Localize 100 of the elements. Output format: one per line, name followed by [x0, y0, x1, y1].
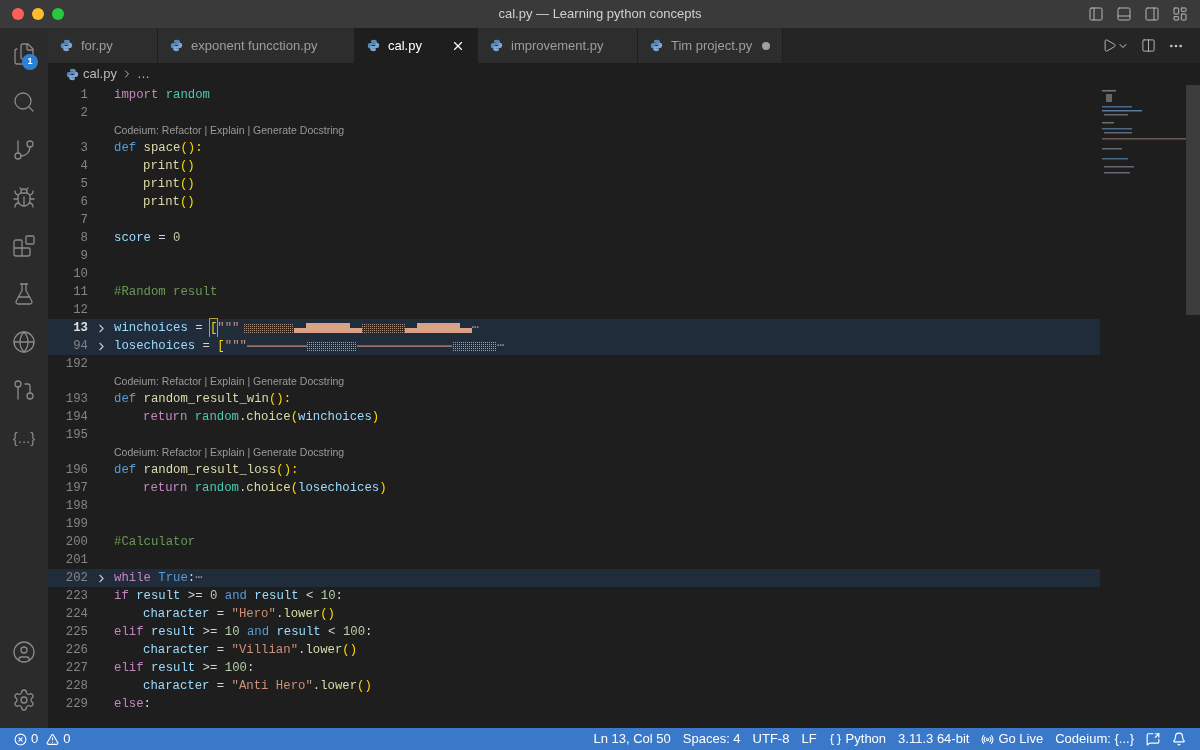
editor-tab[interactable]: exponent funcction.py: [158, 28, 355, 63]
status-item[interactable]: Codeium: {...}: [1055, 729, 1134, 749]
close-window-button[interactable]: [12, 8, 24, 20]
line-number: 13: [72, 319, 88, 337]
tab-label: for.py: [81, 36, 114, 55]
status-item[interactable]: Spaces: 4: [682, 729, 741, 749]
code-token: True: [158, 569, 188, 587]
code-token: elif: [114, 659, 144, 677]
code-token: winchoices: [114, 319, 188, 337]
code-token: def: [114, 139, 137, 157]
code-token: def: [114, 390, 137, 408]
sidebar-layout-icon[interactable]: [1088, 6, 1104, 22]
account-icon[interactable]: [12, 640, 36, 664]
code-token: =: [158, 229, 166, 247]
code-token: =: [216, 641, 225, 659]
fold-ellipsis[interactable]: ⋯: [195, 568, 203, 588]
fold-ellipsis[interactable]: ⋯: [496, 336, 505, 356]
tab-label: Tim project.py: [671, 36, 754, 55]
code-token: def: [114, 461, 137, 479]
code-token: .: [275, 605, 284, 623]
code-token: 0: [210, 587, 218, 605]
codelens-actions[interactable]: Codeium: Refactor | Explain | Generate Docstring: [114, 374, 345, 390]
status-item[interactable]: 3.11.3 64-bit: [898, 729, 970, 749]
run-icon[interactable]: [1102, 38, 1117, 53]
code-token: ():: [180, 139, 203, 157]
minimize-window-button[interactable]: [32, 8, 44, 20]
notification-badge: 1: [22, 54, 38, 70]
code-token: (): [179, 193, 195, 211]
line-number: 4: [79, 157, 88, 175]
code-token: #Calculator: [114, 533, 196, 551]
status-item[interactable]: UTF-8: [752, 729, 790, 749]
code-token: [: [209, 318, 218, 338]
line-number: 194: [64, 408, 88, 426]
maximize-window-button[interactable]: [52, 8, 64, 20]
code-token: result: [136, 587, 181, 605]
line-number: 2: [79, 104, 88, 122]
panel-layout-icon[interactable]: [1116, 6, 1132, 22]
code-token: 10: [320, 587, 336, 605]
code-token: :: [335, 587, 343, 605]
status-item[interactable]: Ln 13, Col 50: [593, 729, 671, 749]
line-number: 227: [64, 659, 88, 677]
settings-icon[interactable]: [12, 688, 36, 712]
line-number: 9: [79, 247, 88, 265]
feedback-icon[interactable]: [1146, 732, 1160, 746]
code-token: 100: [342, 623, 366, 641]
code-token: "Anti Hero": [231, 677, 313, 695]
code-token: losechoices: [114, 337, 196, 355]
activity-item[interactable]: {...}: [12, 426, 36, 450]
line-number: 197: [64, 479, 88, 497]
code-token: (): [320, 605, 335, 623]
code-token: =: [216, 677, 225, 695]
codelens-actions[interactable]: Codeium: Refactor | Explain | Generate Docstring: [114, 445, 345, 461]
code-token: >=: [202, 623, 218, 641]
secondary-sidebar-layout-icon[interactable]: [1144, 6, 1160, 22]
pull-request-icon[interactable]: [12, 378, 36, 402]
line-number: 224: [64, 605, 88, 623]
status-item[interactable]: Python: [845, 729, 887, 749]
editor-tab[interactable]: improvement.py: [478, 28, 638, 63]
editor-tab[interactable]: for.py: [48, 28, 158, 63]
status-item[interactable]: 0: [31, 729, 39, 749]
flask-icon[interactable]: [12, 282, 36, 306]
code-token: if: [114, 587, 129, 605]
scrollbar-thumb[interactable]: [1186, 85, 1200, 315]
code-token: losechoices: [298, 479, 380, 497]
code-token: while: [114, 569, 151, 587]
breadcrumb-item[interactable]: …: [136, 64, 150, 84]
breadcrumb-item[interactable]: cal.py: [83, 64, 117, 84]
code-token: .: [298, 641, 306, 659]
code-token: <: [328, 623, 336, 641]
search-icon[interactable]: [12, 90, 36, 114]
tab-label: cal.py: [388, 36, 423, 55]
code-token: =: [202, 337, 210, 355]
editor-tab[interactable]: cal.py: [355, 28, 478, 63]
bug-icon[interactable]: [12, 186, 36, 210]
status-item[interactable]: LF: [801, 729, 817, 749]
line-number: 223: [64, 587, 88, 605]
line-number: 1: [79, 86, 88, 104]
status-item[interactable]: 0: [63, 729, 71, 749]
editor-tab[interactable]: Tim project.py: [638, 28, 783, 63]
code-token: .: [238, 479, 247, 497]
files-icon[interactable]: [12, 42, 36, 66]
customize-layout-icon[interactable]: [1172, 6, 1188, 22]
blocks-icon[interactable]: [12, 234, 36, 258]
codelens-actions[interactable]: Codeium: Refactor | Explain | Generate Docstring: [114, 123, 345, 139]
bell-icon[interactable]: [1172, 732, 1186, 746]
globe-icon[interactable]: [12, 330, 36, 354]
code-token: random: [194, 408, 239, 426]
code-token: character: [143, 677, 210, 695]
code-token: choice: [246, 408, 291, 426]
line-number: 7: [79, 211, 88, 229]
split-editor-icon[interactable]: [1141, 38, 1156, 53]
branch-icon[interactable]: [12, 138, 36, 162]
code-token: (: [290, 408, 298, 426]
code-token: "Villian": [231, 641, 298, 659]
window-title: cal.py — Learning python concepts: [498, 5, 702, 24]
status-item[interactable]: Go Live: [998, 729, 1044, 749]
line-number: 229: [64, 695, 88, 713]
code-token: space: [143, 139, 181, 157]
fold-ellipsis[interactable]: ⋯: [471, 318, 479, 338]
code-token: result: [150, 659, 196, 677]
